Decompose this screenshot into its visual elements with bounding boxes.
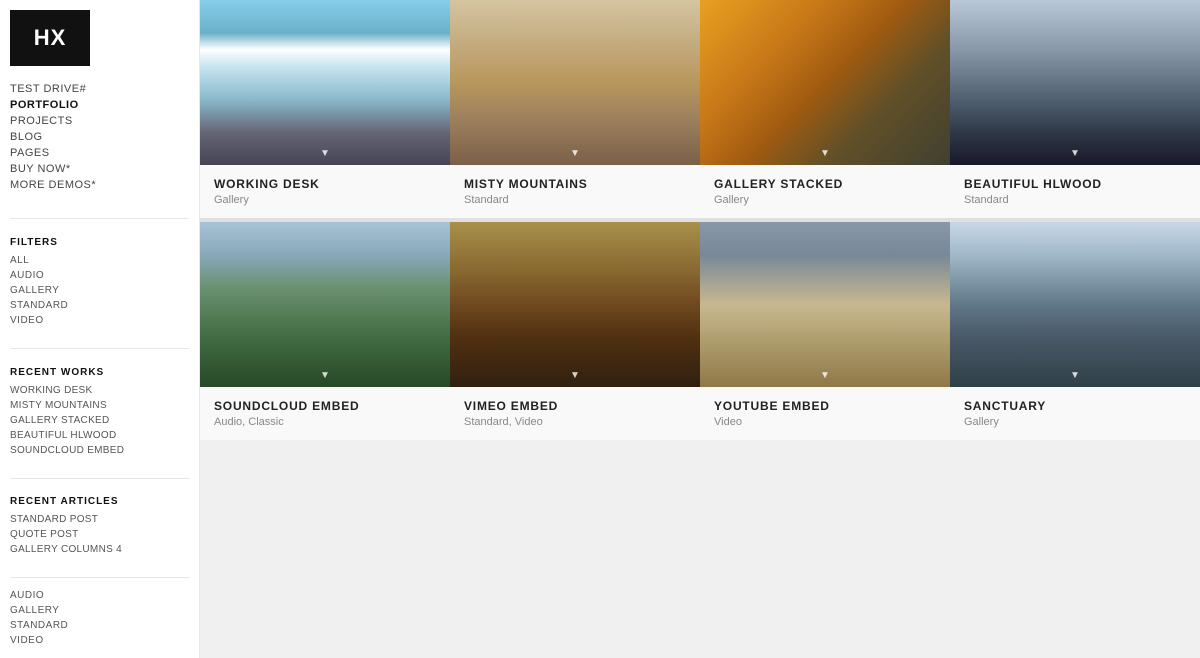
filter-standard[interactable]: STANDARD xyxy=(10,298,189,313)
filter-items: ALL AUDIO GALLERY STANDARD VIDEO xyxy=(0,253,199,338)
portfolio-item-8[interactable]: SANCTUARY Gallery xyxy=(950,222,1200,440)
recent-work-3[interactable]: GALLERY STACKED xyxy=(10,413,189,428)
portfolio-image-4 xyxy=(950,0,1200,165)
portfolio-info-7: YOUTUBE EMBED Video xyxy=(700,387,950,440)
bottom-filter-standard[interactable]: STANDARD xyxy=(10,618,189,633)
recent-articles-items: STANDARD POST QUOTE POST GALLERY COLUMNS… xyxy=(0,512,199,567)
logo-text: HX xyxy=(34,25,67,51)
portfolio-type-1: Gallery xyxy=(214,194,436,206)
recent-works-title: RECENT WORKS xyxy=(0,359,199,383)
portfolio-info-6: VIMEO EMBED Standard, Video xyxy=(450,387,700,440)
nav-item-buynow[interactable]: BUY NOW* xyxy=(10,161,189,177)
divider-4 xyxy=(10,577,189,578)
divider-1 xyxy=(10,218,189,219)
divider-3 xyxy=(10,478,189,479)
bottom-filter-audio[interactable]: AUDIO xyxy=(10,588,189,603)
portfolio-grid: WORKING DESK Gallery MISTY MOUNTAINS Sta… xyxy=(200,0,1200,440)
portfolio-title-2: MISTY MOUNTAINS xyxy=(464,177,686,191)
recent-work-4[interactable]: BEAUTIFUL HLWOOD xyxy=(10,428,189,443)
portfolio-item-3[interactable]: GALLERY STACKED Gallery xyxy=(700,0,950,218)
portfolio-item-2[interactable]: MISTY MOUNTAINS Standard xyxy=(450,0,700,218)
portfolio-info-4: BEAUTIFUL HLWOOD Standard xyxy=(950,165,1200,218)
portfolio-info-5: SOUNDCLOUD EMBED Audio, Classic xyxy=(200,387,450,440)
bottom-filter-video[interactable]: VIDEO xyxy=(10,633,189,648)
portfolio-image-6 xyxy=(450,222,700,387)
portfolio-type-7: Video xyxy=(714,416,936,428)
portfolio-type-5: Audio, Classic xyxy=(214,416,436,428)
portfolio-type-8: Gallery xyxy=(964,416,1186,428)
portfolio-info-2: MISTY MOUNTAINS Standard xyxy=(450,165,700,218)
portfolio-item-5[interactable]: SOUNDCLOUD EMBED Audio, Classic xyxy=(200,222,450,440)
nav-item-pages[interactable]: PAGES xyxy=(10,145,189,161)
main-content: WORKING DESK Gallery MISTY MOUNTAINS Sta… xyxy=(200,0,1200,658)
portfolio-title-4: BEAUTIFUL HLWOOD xyxy=(964,177,1186,191)
nav-item-blog[interactable]: BLOG xyxy=(10,129,189,145)
portfolio-title-8: SANCTUARY xyxy=(964,399,1186,413)
nav-item-moredemos[interactable]: MORE DEMOS* xyxy=(10,177,189,193)
recent-article-3[interactable]: GALLERY COLUMNS 4 xyxy=(10,542,189,557)
nav-menu: TEST DRIVE# PORTFOLIO PROJECTS BLOG PAGE… xyxy=(0,81,199,208)
nav-item-testdrive[interactable]: TEST DRIVE# xyxy=(10,81,189,97)
recent-articles-title: RECENT ARTICLES xyxy=(0,488,199,512)
portfolio-type-2: Standard xyxy=(464,194,686,206)
recent-article-1[interactable]: STANDARD POST xyxy=(10,512,189,527)
nav-item-projects[interactable]: PROJECTS xyxy=(10,113,189,129)
portfolio-image-2 xyxy=(450,0,700,165)
portfolio-image-7 xyxy=(700,222,950,387)
portfolio-title-5: SOUNDCLOUD EMBED xyxy=(214,399,436,413)
portfolio-type-3: Gallery xyxy=(714,194,936,206)
filter-audio[interactable]: AUDIO xyxy=(10,268,189,283)
portfolio-image-1 xyxy=(200,0,450,165)
portfolio-title-7: YOUTUBE EMBED xyxy=(714,399,936,413)
recent-work-5[interactable]: SOUNDCLOUD EMBED xyxy=(10,443,189,458)
portfolio-image-5 xyxy=(200,222,450,387)
portfolio-image-8 xyxy=(950,222,1200,387)
filter-gallery[interactable]: GALLERY xyxy=(10,283,189,298)
bottom-filter-items: AUDIO GALLERY STANDARD VIDEO xyxy=(0,588,199,658)
portfolio-title-6: VIMEO EMBED xyxy=(464,399,686,413)
portfolio-title-3: GALLERY STACKED xyxy=(714,177,936,191)
recent-article-2[interactable]: QUOTE POST xyxy=(10,527,189,542)
portfolio-info-1: WORKING DESK Gallery xyxy=(200,165,450,218)
recent-work-2[interactable]: MISTY MOUNTAINS xyxy=(10,398,189,413)
divider-2 xyxy=(10,348,189,349)
portfolio-info-3: GALLERY STACKED Gallery xyxy=(700,165,950,218)
portfolio-type-4: Standard xyxy=(964,194,1186,206)
nav-item-portfolio[interactable]: PORTFOLIO xyxy=(10,97,189,113)
portfolio-item-1[interactable]: WORKING DESK Gallery xyxy=(200,0,450,218)
filters-title: FILTERS xyxy=(0,229,199,253)
sidebar: HX TEST DRIVE# PORTFOLIO PROJECTS BLOG P… xyxy=(0,0,200,658)
portfolio-image-3 xyxy=(700,0,950,165)
filter-video[interactable]: VIDEO xyxy=(10,313,189,328)
portfolio-item-7[interactable]: YOUTUBE EMBED Video xyxy=(700,222,950,440)
recent-work-1[interactable]: WORKING DESK xyxy=(10,383,189,398)
recent-works-items: WORKING DESK MISTY MOUNTAINS GALLERY STA… xyxy=(0,383,199,468)
portfolio-item-6[interactable]: VIMEO EMBED Standard, Video xyxy=(450,222,700,440)
portfolio-item-4[interactable]: BEAUTIFUL HLWOOD Standard xyxy=(950,0,1200,218)
portfolio-type-6: Standard, Video xyxy=(464,416,686,428)
portfolio-info-8: SANCTUARY Gallery xyxy=(950,387,1200,440)
filter-all[interactable]: ALL xyxy=(10,253,189,268)
bottom-filter-gallery[interactable]: GALLERY xyxy=(10,603,189,618)
logo[interactable]: HX xyxy=(10,10,90,66)
portfolio-title-1: WORKING DESK xyxy=(214,177,436,191)
